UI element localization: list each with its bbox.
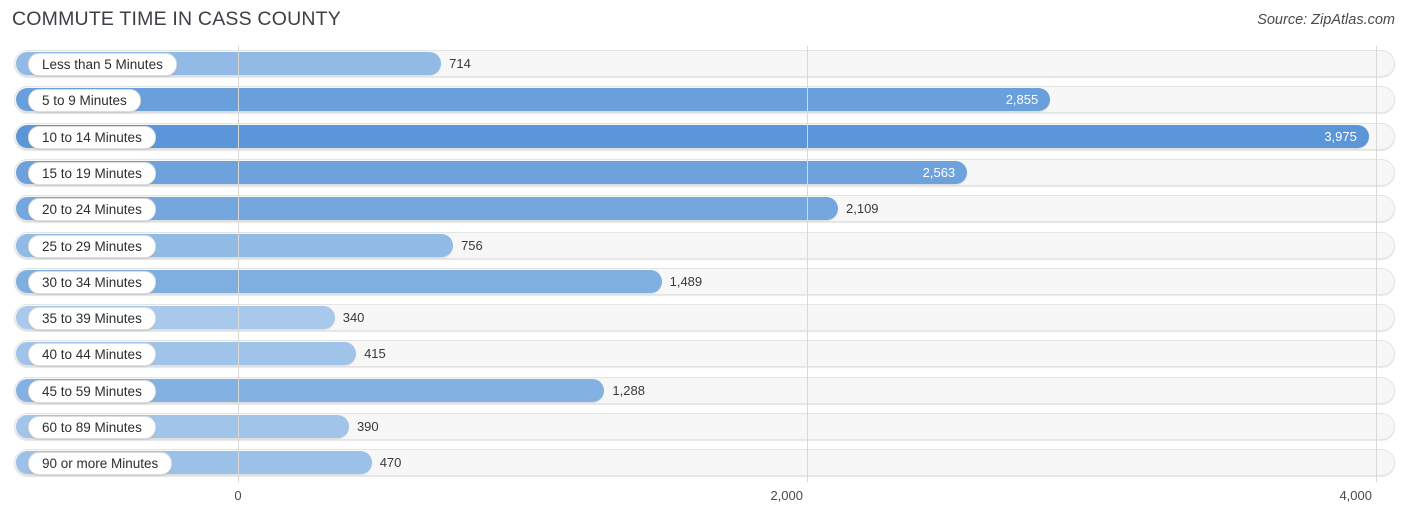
bar-row: 1,489 30 to 34 Minutes	[14, 267, 1395, 295]
commute-time-bar-chart: COMMUTE TIME IN CASS COUNTY Source: ZipA…	[0, 0, 1406, 522]
x-axis-tick-label: 4,000	[1339, 488, 1372, 503]
category-label-11[interactable]: 60 to 89 Minutes	[28, 416, 156, 439]
source-attribution: Source: ZipAtlas.com	[1257, 12, 1395, 28]
bar: 3,975	[16, 124, 1369, 148]
category-label-6[interactable]: 25 to 29 Minutes	[28, 234, 156, 258]
page-title: COMMUTE TIME IN CASS COUNTY	[12, 8, 341, 30]
bar-value-label: 390	[356, 419, 379, 434]
bar-row: 2,855 5 to 9 Minutes	[14, 86, 1395, 114]
bar-value-label: 1,288	[612, 382, 645, 398]
bar-value-label: 470	[379, 455, 402, 471]
bar-row: 470 90 or more Minutes	[14, 449, 1395, 477]
bar-row: 3,975 10 to 14 Minutes	[14, 122, 1395, 150]
bar-row: 390 60 to 89 Minutes	[14, 413, 1395, 440]
bar: 2,855	[16, 88, 1051, 112]
bar-value-label: 340	[342, 310, 365, 326]
bar: 2,563	[16, 160, 968, 184]
category-label-8[interactable]: 35 to 39 Minutes	[28, 307, 156, 331]
bar-rows: 714 Less than 5 Minutes 2,855 5 to 9 Minute…	[0, 46, 1406, 482]
bar-row: 1,288 45 to 59 Minutes	[14, 376, 1395, 404]
bar-row: 756 25 to 29 Minutes	[14, 231, 1395, 259]
bar-value-label: 756	[461, 237, 483, 253]
x-axis-tick-label: 0	[234, 488, 242, 503]
bar-value-label: 714	[449, 56, 471, 71]
category-label-10[interactable]: 45 to 59 Minutes	[28, 379, 156, 403]
bar-value-label: 415	[364, 346, 386, 362]
plot-area: 714 Less than 5 Minutes 2,855 5 to 9 Minute…	[0, 46, 1406, 482]
bar-row: 2,109 20 to 24 Minutes	[14, 195, 1395, 223]
category-label-7[interactable]: 30 to 34 Minutes	[28, 270, 156, 294]
category-label-5[interactable]: 20 to 24 Minutes	[28, 198, 156, 222]
bar-row: 415 40 to 44 Minutes	[14, 340, 1395, 368]
category-label-2[interactable]: 5 to 9 Minutes	[28, 89, 141, 113]
category-label-4[interactable]: 15 to 19 Minutes	[28, 161, 156, 185]
bar-value-label: 2,563	[922, 164, 956, 180]
x-axis: 0 2,000 4,000	[0, 486, 1406, 522]
bar-row: 340 35 to 39 Minutes	[14, 304, 1395, 332]
category-label-9[interactable]: 40 to 44 Minutes	[28, 343, 156, 367]
bar-value-label: 2,109	[846, 201, 879, 217]
bar-value-label: 3,975	[1324, 128, 1357, 144]
chart-header: COMMUTE TIME IN CASS COUNTY Source: ZipA…	[0, 0, 1406, 44]
x-axis-tick-label: 2,000	[770, 488, 803, 503]
bar-row: 714 Less than 5 Minutes	[14, 50, 1395, 77]
category-label-12[interactable]: 90 or more Minutes	[28, 452, 173, 476]
category-label-3[interactable]: 10 to 14 Minutes	[28, 125, 156, 149]
bar-row: 2,563 15 to 19 Minutes	[14, 158, 1395, 186]
bar-value-label: 2,855	[1005, 92, 1039, 108]
bar-value-label: 1,489	[669, 273, 703, 289]
category-label-1[interactable]: Less than 5 Minutes	[28, 53, 177, 76]
